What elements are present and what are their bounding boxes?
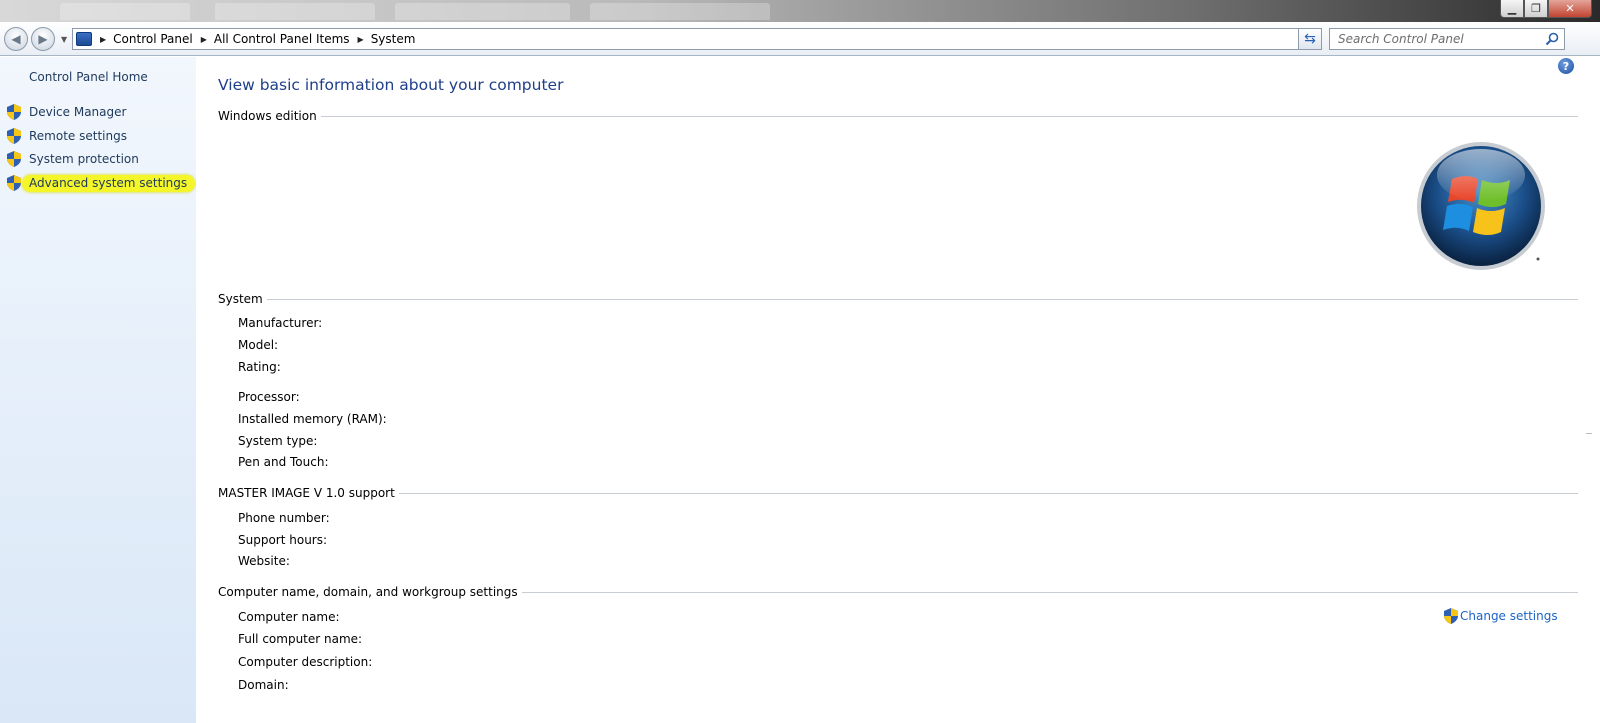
background-tab bbox=[60, 3, 190, 20]
close-icon: ✕ bbox=[1565, 2, 1575, 15]
navigation-bar: ◀ ▶ ▼ ▶ Control Panel ▶ All Control Pane… bbox=[0, 22, 1600, 56]
breadcrumb-arrow-icon[interactable]: ▶ bbox=[100, 35, 106, 44]
breadcrumb-arrow-icon[interactable]: ▶ bbox=[358, 35, 364, 44]
section-system: System bbox=[218, 292, 1578, 306]
shield-icon bbox=[1444, 608, 1458, 624]
scroll-indicator bbox=[1586, 433, 1592, 434]
field-installed-memory: Installed memory (RAM): bbox=[238, 412, 387, 426]
sidebar-item-label: System protection bbox=[29, 152, 139, 166]
sidebar-item-remote-settings[interactable]: Remote settings bbox=[7, 126, 127, 146]
field-processor: Processor: bbox=[238, 390, 300, 404]
section-heading: Computer name, domain, and workgroup set… bbox=[218, 585, 518, 599]
field-computer-description: Computer description: bbox=[238, 655, 373, 669]
search-icon[interactable] bbox=[1545, 32, 1559, 46]
change-settings-link[interactable]: Change settings bbox=[1444, 608, 1558, 624]
change-settings-label: Change settings bbox=[1460, 609, 1558, 623]
search-input[interactable] bbox=[1330, 29, 1530, 49]
sidebar-item-system-protection[interactable]: System protection bbox=[7, 149, 139, 169]
background-tab bbox=[215, 3, 375, 20]
shield-icon bbox=[7, 175, 21, 191]
sidebar-item-label: Advanced system settings bbox=[22, 174, 196, 192]
section-heading: System bbox=[218, 292, 263, 306]
shield-icon bbox=[7, 128, 21, 144]
divider bbox=[320, 115, 1578, 117]
recent-pages-dropdown[interactable]: ▼ bbox=[61, 35, 67, 44]
field-model: Model: bbox=[238, 338, 279, 352]
field-website: Website: bbox=[238, 554, 290, 568]
field-support-hours: Support hours: bbox=[238, 533, 328, 547]
maximize-button[interactable]: ❐ bbox=[1524, 0, 1548, 18]
help-button[interactable]: ? bbox=[1558, 58, 1574, 74]
back-button[interactable]: ◀ bbox=[4, 27, 28, 51]
divider bbox=[398, 492, 1578, 494]
sidebar-item-device-manager[interactable]: Device Manager bbox=[7, 102, 126, 122]
shield-icon bbox=[7, 151, 21, 167]
section-computer-name: Computer name, domain, and workgroup set… bbox=[218, 585, 1578, 599]
minimize-button[interactable]: ▁ bbox=[1500, 0, 1524, 18]
shield-icon bbox=[7, 104, 21, 120]
address-bar[interactable]: ▶ Control Panel ▶ All Control Panel Item… bbox=[72, 28, 1322, 50]
field-pen-and-touch: Pen and Touch: bbox=[238, 455, 329, 469]
field-full-computer-name: Full computer name: bbox=[238, 632, 363, 646]
window-title-bar: ▁ ❐ ✕ bbox=[0, 0, 1600, 22]
left-navigation-pane: Control Panel Home Device Manager Remote… bbox=[0, 57, 196, 723]
help-icon: ? bbox=[1562, 59, 1570, 73]
window-controls: ▁ ❐ ✕ bbox=[1500, 0, 1592, 18]
breadcrumb-system[interactable]: System bbox=[371, 32, 416, 46]
section-support: MASTER IMAGE V 1.0 support bbox=[218, 486, 1578, 500]
back-arrow-icon: ◀ bbox=[11, 32, 21, 46]
divider bbox=[266, 298, 1578, 300]
sidebar-item-label: Remote settings bbox=[29, 129, 127, 143]
restore-icon: ❐ bbox=[1531, 2, 1541, 15]
field-domain: Domain: bbox=[238, 678, 289, 692]
section-heading: Windows edition bbox=[218, 109, 317, 123]
chevron-down-icon: ▼ bbox=[61, 35, 68, 44]
close-button[interactable]: ✕ bbox=[1548, 0, 1592, 18]
sidebar-item-advanced-system-settings[interactable]: Advanced system settings bbox=[7, 173, 196, 193]
search-box bbox=[1329, 28, 1565, 50]
field-manufacturer: Manufacturer: bbox=[238, 316, 323, 330]
field-computer-name: Computer name: bbox=[238, 610, 340, 624]
main-content: ? View basic information about your comp… bbox=[196, 57, 1600, 723]
divider bbox=[521, 591, 1578, 593]
field-rating: Rating: bbox=[238, 360, 281, 374]
forward-button[interactable]: ▶ bbox=[31, 27, 55, 51]
page-title: View basic information about your comput… bbox=[218, 76, 564, 94]
background-tab bbox=[590, 3, 770, 20]
control-panel-home-link[interactable]: Control Panel Home bbox=[29, 70, 148, 84]
section-heading: MASTER IMAGE V 1.0 support bbox=[218, 486, 395, 500]
minimize-icon: ▁ bbox=[1507, 2, 1517, 15]
background-tab bbox=[395, 3, 570, 20]
breadcrumb-arrow-icon[interactable]: ▶ bbox=[201, 35, 207, 44]
breadcrumb-control-panel[interactable]: Control Panel bbox=[113, 32, 193, 46]
field-system-type: System type: bbox=[238, 434, 318, 448]
section-windows-edition: Windows edition bbox=[218, 109, 1578, 123]
refresh-button[interactable]: ⇆ bbox=[1298, 28, 1322, 50]
control-panel-icon bbox=[76, 32, 92, 46]
field-phone-number: Phone number: bbox=[238, 511, 330, 525]
windows-logo-icon bbox=[1417, 142, 1545, 270]
refresh-icon: ⇆ bbox=[1304, 31, 1316, 47]
sidebar-item-label: Device Manager bbox=[29, 105, 127, 119]
breadcrumb-all-items[interactable]: All Control Panel Items bbox=[214, 32, 350, 46]
forward-arrow-icon: ▶ bbox=[38, 32, 48, 46]
